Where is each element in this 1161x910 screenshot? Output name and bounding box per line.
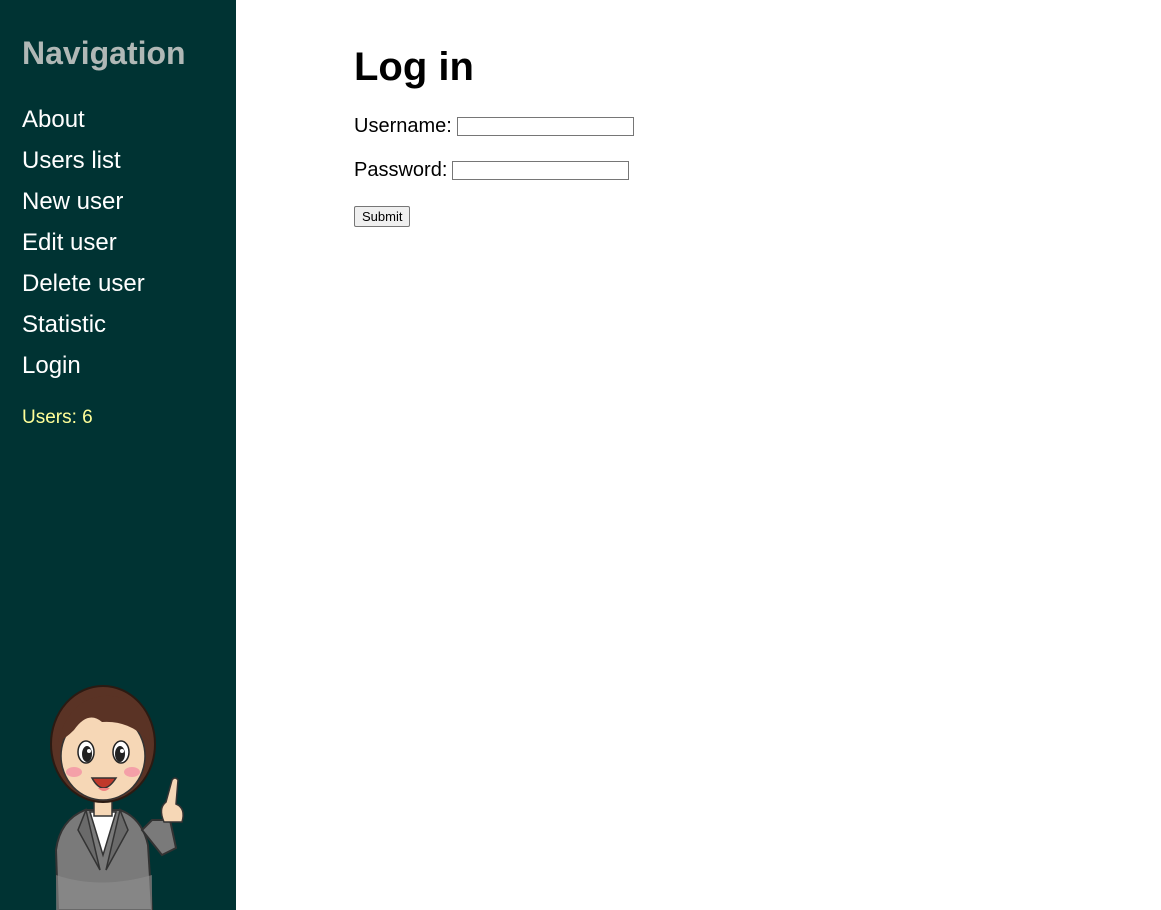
page-title: Log in (354, 45, 474, 89)
nav-item-delete-user: Delete user (22, 268, 145, 309)
nav-title: Navigation (22, 35, 186, 71)
nav-link-login[interactable]: Login (22, 352, 81, 379)
nav-link-statistic[interactable]: Statistic (22, 311, 106, 338)
nav-list: About Users list New user Edit user Dele… (22, 104, 145, 391)
nav-item-statistic: Statistic (22, 309, 145, 350)
submit-button[interactable]: Submit (354, 206, 411, 227)
nav-link-users-list[interactable]: Users list (22, 147, 121, 174)
nav-item-login: Login (22, 350, 145, 391)
nav-link-about[interactable]: About (22, 106, 85, 133)
nav-item-new-user: New user (22, 186, 145, 227)
nav-item-about: About (22, 104, 145, 145)
nav-link-new-user[interactable]: New user (22, 188, 123, 215)
user-count: Users: 6 (22, 407, 93, 428)
nav-item-users-list: Users list (22, 145, 145, 186)
username-label: Username: (354, 115, 452, 137)
nav-link-delete-user[interactable]: Delete user (22, 270, 145, 297)
password-label: Password: (354, 159, 448, 181)
businesswoman-illustration (50, 685, 184, 910)
nav-link-edit-user[interactable]: Edit user (22, 229, 117, 256)
password-input[interactable] (452, 161, 630, 180)
password-row: Password: (354, 159, 630, 182)
username-input[interactable] (456, 117, 634, 136)
nav-item-edit-user: Edit user (22, 227, 145, 268)
sidebar: Navigation About Users list New user Edi… (0, 0, 236, 910)
username-row: Username: (354, 115, 634, 138)
